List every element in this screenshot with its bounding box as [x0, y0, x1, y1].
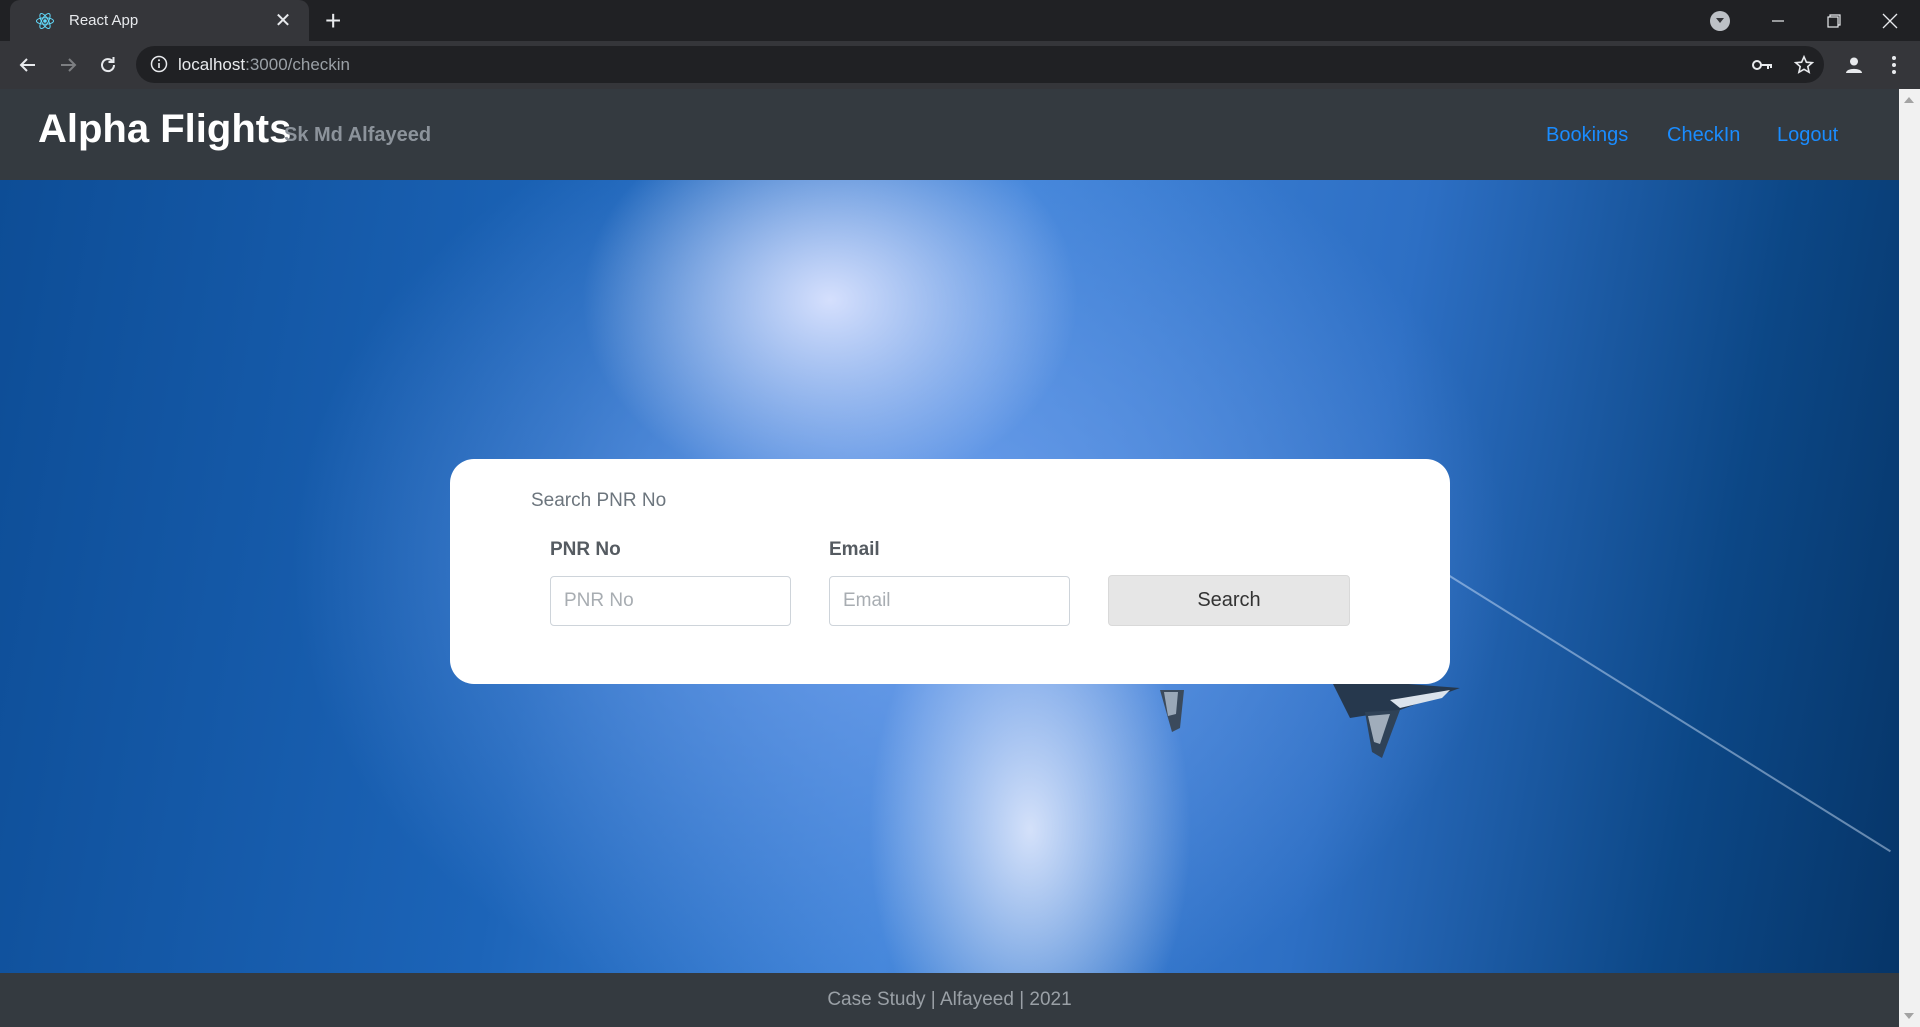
- url-text: localhost:3000/checkin: [178, 55, 350, 75]
- email-label: Email: [829, 539, 880, 560]
- user-name: Sk Md Alfayeed: [284, 124, 432, 146]
- info-icon[interactable]: [150, 55, 168, 73]
- react-icon: [36, 12, 54, 29]
- account-icon[interactable]: [1842, 53, 1866, 77]
- url-host: localhost: [178, 54, 246, 74]
- site-header: Alpha Flights Sk Md Alfayeed Bookings Ch…: [0, 89, 1899, 180]
- profile-dropdown-icon[interactable]: [1710, 11, 1730, 31]
- brand-title[interactable]: Alpha Flights: [38, 107, 291, 152]
- back-icon[interactable]: [14, 51, 42, 79]
- browser-tab-bar: React App ✕ +: [0, 0, 1920, 41]
- address-bar[interactable]: localhost:3000/checkin: [136, 46, 1824, 83]
- hero-background: Search PNR No PNR No Email Search: [0, 180, 1899, 973]
- nav-link-logout[interactable]: Logout: [1777, 124, 1838, 147]
- reload-icon[interactable]: [94, 51, 122, 79]
- close-icon[interactable]: ✕: [271, 9, 295, 33]
- plus-icon[interactable]: +: [325, 7, 341, 35]
- search-card: Search PNR No PNR No Email Search: [450, 459, 1450, 684]
- browser-toolbar: localhost:3000/checkin: [0, 41, 1920, 89]
- scroll-down-arrow[interactable]: [1904, 1013, 1914, 1019]
- forward-icon[interactable]: [54, 51, 82, 79]
- search-button[interactable]: Search: [1108, 575, 1350, 626]
- page-scrollbar[interactable]: [1899, 89, 1920, 1027]
- maximize-icon[interactable]: [1806, 0, 1862, 41]
- pnr-label: PNR No: [550, 539, 621, 560]
- nav-link-bookings[interactable]: Bookings: [1546, 124, 1628, 147]
- tab-title: React App: [69, 12, 139, 29]
- window-close-icon[interactable]: [1862, 0, 1918, 41]
- browser-tab[interactable]: React App ✕: [10, 0, 309, 41]
- key-icon[interactable]: [1752, 54, 1774, 76]
- email-input[interactable]: [829, 576, 1070, 626]
- pnr-input[interactable]: [550, 576, 791, 626]
- scroll-up-arrow[interactable]: [1904, 97, 1914, 103]
- card-title: Search PNR No: [531, 490, 667, 511]
- minimize-icon[interactable]: [1750, 0, 1806, 41]
- star-icon[interactable]: [1793, 54, 1815, 76]
- menu-icon[interactable]: [1882, 53, 1906, 77]
- nav-link-checkin[interactable]: CheckIn: [1667, 124, 1740, 147]
- contrail: [1448, 575, 1891, 853]
- site-footer: Case Study | Alfayeed | 2021: [0, 973, 1899, 1027]
- page-viewport: Alpha Flights Sk Md Alfayeed Bookings Ch…: [0, 89, 1920, 1027]
- url-path: :3000/checkin: [245, 54, 351, 74]
- footer-text: Case Study | Alfayeed | 2021: [827, 989, 1072, 1010]
